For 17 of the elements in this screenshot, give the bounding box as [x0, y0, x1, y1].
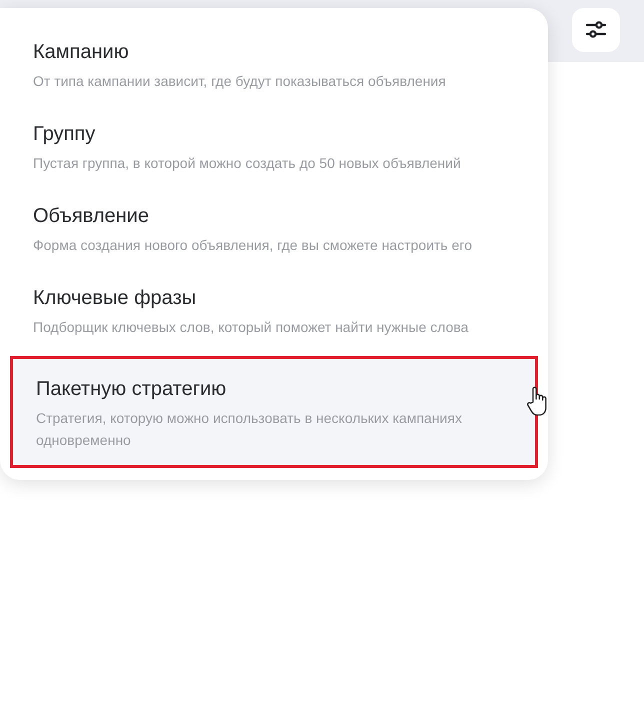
menu-item-title: Группу — [33, 122, 96, 147]
menu-item[interactable]: Группу Пустая группа, в которой можно создать до 50 новых объявлений — [10, 110, 538, 192]
menu-item[interactable]: Пакетную стратегию Стратегия, которую можно использовать в нескольких кампаниях одновременно — [10, 356, 538, 468]
menu-item-title: Объявление — [33, 204, 150, 229]
menu-item[interactable]: Кампанию От типа кампании зависит, где будут показываться объявления — [10, 28, 538, 110]
menu-item-description: От типа кампании зависит, где будут показываться объявления — [33, 72, 447, 91]
menu-item-title: Пакетную стратегию — [36, 377, 228, 402]
menu-item-title: Кампанию — [33, 40, 130, 65]
menu-item-description: Пустая группа, в которой можно создать до 50 новых объявлений — [33, 154, 462, 173]
menu-item[interactable]: Объявление Форма создания нового объявления, где вы сможете настроить его — [10, 192, 538, 274]
menu-item-title: Ключевые фразы — [33, 286, 198, 311]
filter-button[interactable] — [572, 8, 620, 52]
menu-item[interactable]: Ключевые фразы Подборщик ключевых слов, который поможет найти нужные слова — [10, 274, 538, 356]
menu-item-description: Подборщик ключевых слов, который поможет найти нужные слова — [33, 318, 470, 337]
menu-item-description: Форма создания нового объявления, где вы сможете настроить его — [33, 236, 473, 255]
menu-item-description: Стратегия, которую можно использовать в нескольких кампаниях одновременно — [36, 409, 463, 450]
sliders-icon — [585, 20, 607, 40]
